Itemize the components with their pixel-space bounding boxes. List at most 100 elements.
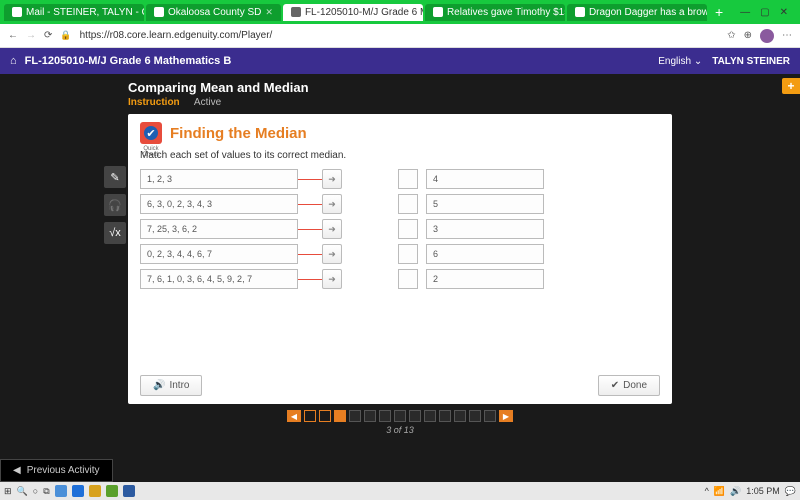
pager-page-11[interactable] bbox=[454, 410, 466, 422]
drop-target[interactable] bbox=[398, 219, 418, 239]
answer-box[interactable]: 3 bbox=[426, 219, 544, 239]
taskview-icon[interactable]: ⧉ bbox=[43, 486, 49, 497]
value-set[interactable]: 6, 3, 0, 2, 3, 4, 3 bbox=[140, 194, 298, 214]
drop-target[interactable] bbox=[398, 269, 418, 289]
collections-icon[interactable]: ⊕ bbox=[744, 30, 752, 41]
intro-button[interactable]: 🔊Intro bbox=[140, 375, 202, 396]
tab-icon bbox=[575, 7, 585, 17]
tab-icon bbox=[12, 7, 22, 17]
forward-icon[interactable]: → bbox=[26, 30, 36, 41]
language-selector[interactable]: English ⌄ bbox=[658, 56, 702, 67]
new-tab-button[interactable]: + bbox=[709, 4, 729, 20]
refresh-icon[interactable]: ⟳ bbox=[44, 30, 52, 41]
pager-page-3[interactable] bbox=[334, 410, 346, 422]
arrow-button[interactable]: ➜ bbox=[322, 169, 342, 189]
pager-page-13[interactable] bbox=[484, 410, 496, 422]
calculator-icon[interactable]: √x bbox=[104, 222, 126, 244]
drop-target[interactable] bbox=[398, 194, 418, 214]
taskbar: ⊞ 🔍 ○ ⧉ ^ 📶 🔊 1:05 PM 💬 bbox=[0, 482, 800, 500]
value-set[interactable]: 1, 2, 3 bbox=[140, 169, 298, 189]
previous-activity-button[interactable]: ◀ Previous Activity bbox=[0, 459, 113, 482]
app-icon[interactable] bbox=[89, 485, 101, 497]
pager-page-5[interactable] bbox=[364, 410, 376, 422]
search-icon[interactable]: 🔍 bbox=[17, 486, 28, 497]
minimize-icon[interactable]: — bbox=[740, 7, 750, 18]
match-row: 1, 2, 3 ➜ 4 bbox=[140, 169, 660, 189]
instruction-text: Match each set of values to its correct … bbox=[140, 150, 660, 161]
tray-up-icon[interactable]: ^ bbox=[705, 486, 709, 496]
address-bar: ← → ⟳ 🔒 https://r08.core.learn.edgenuity… bbox=[0, 24, 800, 48]
course-bar: ⌂ FL-1205010-M/J Grade 6 Mathematics B E… bbox=[0, 48, 800, 74]
notifications-icon[interactable]: 💬 bbox=[785, 486, 796, 497]
app-icon[interactable] bbox=[72, 485, 84, 497]
maximize-icon[interactable]: ▢ bbox=[760, 7, 769, 18]
avatar[interactable] bbox=[760, 29, 774, 43]
match-rows: 1, 2, 3 ➜ 4 6, 3, 0, 2, 3, 4, 3 ➜ 5 7, 25, 3… bbox=[140, 169, 660, 289]
menu-icon[interactable]: ⋯ bbox=[782, 30, 792, 41]
arrow-button[interactable]: ➜ bbox=[322, 194, 342, 214]
done-button[interactable]: ✔Done bbox=[598, 375, 660, 396]
pager-page-8[interactable] bbox=[409, 410, 421, 422]
volume-icon[interactable]: 🔊 bbox=[730, 486, 741, 497]
arrow-button[interactable]: ➜ bbox=[322, 244, 342, 264]
pager-page-2[interactable] bbox=[319, 410, 331, 422]
app-icon[interactable] bbox=[55, 485, 67, 497]
activity-title: Finding the Median bbox=[170, 125, 307, 142]
wifi-icon[interactable]: 📶 bbox=[714, 486, 725, 497]
answer-box[interactable]: 4 bbox=[426, 169, 544, 189]
home-icon[interactable]: ⌂ bbox=[10, 55, 17, 67]
user-name[interactable]: TALYN STEINER bbox=[712, 56, 790, 67]
answer-box[interactable]: 2 bbox=[426, 269, 544, 289]
tab-okaloosa[interactable]: Okaloosa County SD✕ bbox=[146, 4, 281, 21]
pager-page-1[interactable] bbox=[304, 410, 316, 422]
tab-mail[interactable]: Mail - STEINER, TALYN - Outlook✕ bbox=[4, 4, 144, 21]
pager-next[interactable]: ▶ bbox=[499, 410, 513, 422]
tab-icon bbox=[291, 7, 301, 17]
check-icon: ✔ bbox=[611, 380, 619, 391]
course-title: FL-1205010-M/J Grade 6 Mathematics B bbox=[25, 55, 232, 67]
answer-box[interactable]: 5 bbox=[426, 194, 544, 214]
arrow-button[interactable]: ➜ bbox=[322, 269, 342, 289]
pager-prev[interactable]: ◀ bbox=[287, 410, 301, 422]
speaker-icon: 🔊 bbox=[153, 380, 165, 391]
lesson-title: Comparing Mean and Median bbox=[128, 80, 800, 95]
pager-page-7[interactable] bbox=[394, 410, 406, 422]
drop-target[interactable] bbox=[398, 169, 418, 189]
drop-target[interactable] bbox=[398, 244, 418, 264]
headphones-icon[interactable]: 🎧 bbox=[104, 194, 126, 216]
activity-card: Quick Check Finding the Median Match eac… bbox=[128, 114, 672, 404]
arrow-button[interactable]: ➜ bbox=[322, 219, 342, 239]
match-row: 7, 6, 1, 0, 3, 6, 4, 5, 9, 2, 7 ➜ 2 bbox=[140, 269, 660, 289]
match-row: 0, 2, 3, 4, 4, 6, 7 ➜ 6 bbox=[140, 244, 660, 264]
tab-icon bbox=[433, 7, 443, 17]
pager-page-4[interactable] bbox=[349, 410, 361, 422]
value-set[interactable]: 7, 25, 3, 6, 2 bbox=[140, 219, 298, 239]
pager-page-9[interactable] bbox=[424, 410, 436, 422]
back-icon[interactable]: ← bbox=[8, 30, 18, 41]
clock[interactable]: 1:05 PM bbox=[746, 486, 780, 496]
url-field[interactable]: https://r08.core.learn.edgenuity.com/Pla… bbox=[80, 30, 720, 41]
pager-page-6[interactable] bbox=[379, 410, 391, 422]
window-close-icon[interactable]: ✕ bbox=[780, 7, 788, 18]
cortana-icon[interactable]: ○ bbox=[33, 486, 38, 496]
tab-relatives[interactable]: Relatives gave Timothy $15, $5✕ bbox=[425, 4, 565, 21]
match-row: 6, 3, 0, 2, 3, 4, 3 ➜ 5 bbox=[140, 194, 660, 214]
toolbar: ✎ 🎧 √x bbox=[104, 166, 126, 244]
value-set[interactable]: 0, 2, 3, 4, 4, 6, 7 bbox=[140, 244, 298, 264]
pencil-icon[interactable]: ✎ bbox=[104, 166, 126, 188]
app-icon[interactable] bbox=[123, 485, 135, 497]
pager-page-10[interactable] bbox=[439, 410, 451, 422]
answer-box[interactable]: 6 bbox=[426, 244, 544, 264]
tab-dragon[interactable]: Dragon Dagger has a brown s✕ bbox=[567, 4, 707, 21]
tab-active[interactable]: Active bbox=[194, 97, 221, 108]
tab-instruction[interactable]: Instruction bbox=[128, 97, 180, 108]
pager: ◀ ▶ bbox=[0, 410, 800, 422]
app-icon[interactable] bbox=[106, 485, 118, 497]
pager-page-12[interactable] bbox=[469, 410, 481, 422]
start-icon[interactable]: ⊞ bbox=[4, 486, 12, 497]
value-set[interactable]: 7, 6, 1, 0, 3, 6, 4, 5, 9, 2, 7 bbox=[140, 269, 298, 289]
close-icon[interactable]: ✕ bbox=[265, 7, 273, 18]
favorite-icon[interactable]: ✩ bbox=[727, 30, 735, 41]
tab-edgenuity[interactable]: FL-1205010-M/J Grade 6 Mathe✕ bbox=[283, 4, 423, 21]
add-button[interactable]: + bbox=[782, 78, 800, 94]
